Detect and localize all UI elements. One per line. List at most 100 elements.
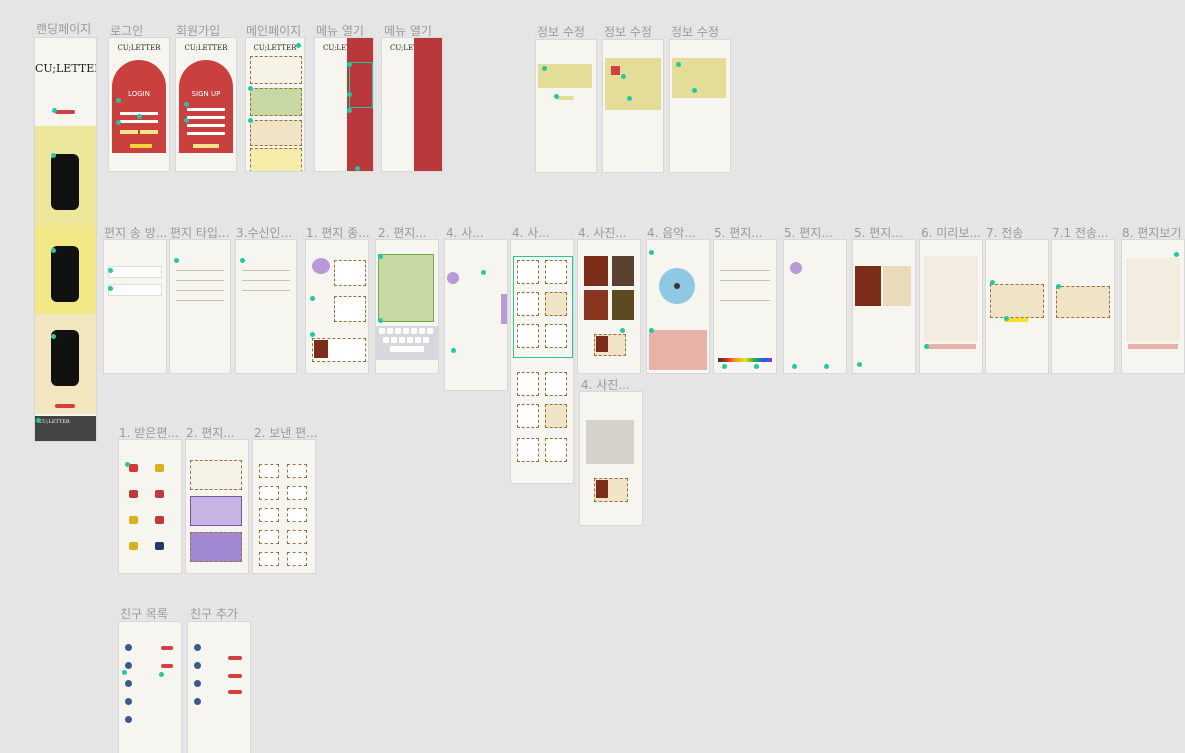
letter-editor[interactable] [378,254,434,322]
key[interactable] [423,337,429,343]
letter-card[interactable] [250,148,302,171]
add-friend-button[interactable] [228,690,242,694]
letter-thumb[interactable] [287,552,307,566]
friend-action[interactable] [161,664,173,668]
marker [481,270,486,275]
frame-step-4a [445,240,507,390]
kakao-button[interactable] [140,130,158,134]
avatar[interactable] [611,66,620,75]
letter-thumb[interactable] [287,486,307,500]
login-brand: CU;LETTER [117,44,161,52]
signup-field-1[interactable] [187,108,225,111]
photo-placeholder[interactable] [586,420,634,464]
key[interactable] [395,328,401,334]
key[interactable] [415,337,421,343]
mailbox-icon[interactable] [129,516,138,524]
letter-thumb[interactable] [259,464,279,478]
letter-option[interactable] [334,260,366,286]
method-option[interactable] [108,266,162,278]
frame-step-5b [784,240,846,373]
letter-card[interactable] [250,56,302,84]
letter-thumb[interactable] [287,464,307,478]
mailbox-icon[interactable] [129,542,138,550]
mailbox-icon[interactable] [129,490,138,498]
letter-thumb[interactable] [259,486,279,500]
social-login-button[interactable] [130,144,152,148]
frame-step-1 [306,240,368,373]
signup-button[interactable] [193,144,219,148]
landing-cta-2[interactable] [55,404,75,408]
letter-thumb[interactable] [259,530,279,544]
key[interactable] [391,337,397,343]
letter-card[interactable] [250,120,302,146]
keyboard[interactable] [376,326,438,360]
login-button[interactable] [120,130,138,134]
color-palette[interactable] [718,358,772,362]
theme-option[interactable] [517,260,539,284]
key[interactable] [403,328,409,334]
theme-option[interactable] [545,292,567,316]
mailbox-icon[interactable] [155,464,164,472]
theme-option[interactable] [517,324,539,348]
frame-landing: CU;LETTER CU;LETTER [35,38,96,441]
theme-option[interactable] [545,372,567,396]
marker [240,258,245,263]
theme-option[interactable] [545,438,567,462]
mailbox-icon[interactable] [155,542,164,550]
theme-option[interactable] [517,372,539,396]
theme-option[interactable] [517,404,539,428]
theme-option[interactable] [545,260,567,284]
key[interactable] [399,337,405,343]
key[interactable] [383,337,389,343]
marker [451,348,456,353]
add-friend-button[interactable] [228,656,242,660]
theme-option[interactable] [545,324,567,348]
preview-send[interactable] [926,344,976,349]
mailbox-icon[interactable] [155,516,164,524]
theme-option[interactable] [517,292,539,316]
mailbox-icon[interactable] [155,490,164,498]
flower-sticker[interactable] [447,272,459,284]
signup-field-2[interactable] [187,116,225,119]
add-friend-button[interactable] [228,674,242,678]
frame-step-4c [578,240,640,373]
photo-thumb[interactable] [612,256,634,286]
letter-thumb[interactable] [287,508,307,522]
key[interactable] [427,328,433,334]
signup-field-3[interactable] [187,124,225,127]
friend-action[interactable] [161,646,173,650]
letter-thumb[interactable] [287,530,307,544]
letter-thumb[interactable] [259,552,279,566]
signup-field-4[interactable] [187,132,225,135]
label-receive-1: 1. 받은편... [119,426,179,440]
photo-thumb[interactable] [612,290,634,320]
theme-option[interactable] [545,404,567,428]
photo-thumb[interactable] [584,290,608,320]
play-icon[interactable] [674,283,680,289]
landing-cta[interactable] [55,110,75,114]
marker [347,108,352,113]
pw-field[interactable] [120,120,158,123]
divider [176,300,224,301]
reply-button[interactable] [1128,344,1178,349]
letter-card[interactable] [190,460,242,490]
space-key[interactable] [390,346,424,352]
key[interactable] [407,337,413,343]
marker [554,94,559,99]
method-option[interactable] [108,284,162,296]
mailbox-icon[interactable] [129,464,138,472]
theme-option[interactable] [517,438,539,462]
letter-thumb[interactable] [259,508,279,522]
letter-card[interactable] [250,88,302,116]
photo-thumb[interactable] [584,256,608,286]
letter-card[interactable] [190,496,242,526]
flower-sticker[interactable] [790,262,802,274]
key[interactable] [379,328,385,334]
key[interactable] [411,328,417,334]
label-step-5b: 5. 편지... [784,226,833,240]
letter-option[interactable] [334,296,366,322]
key[interactable] [387,328,393,334]
key[interactable] [419,328,425,334]
letter-card[interactable] [190,532,242,562]
side-menu [347,38,373,171]
